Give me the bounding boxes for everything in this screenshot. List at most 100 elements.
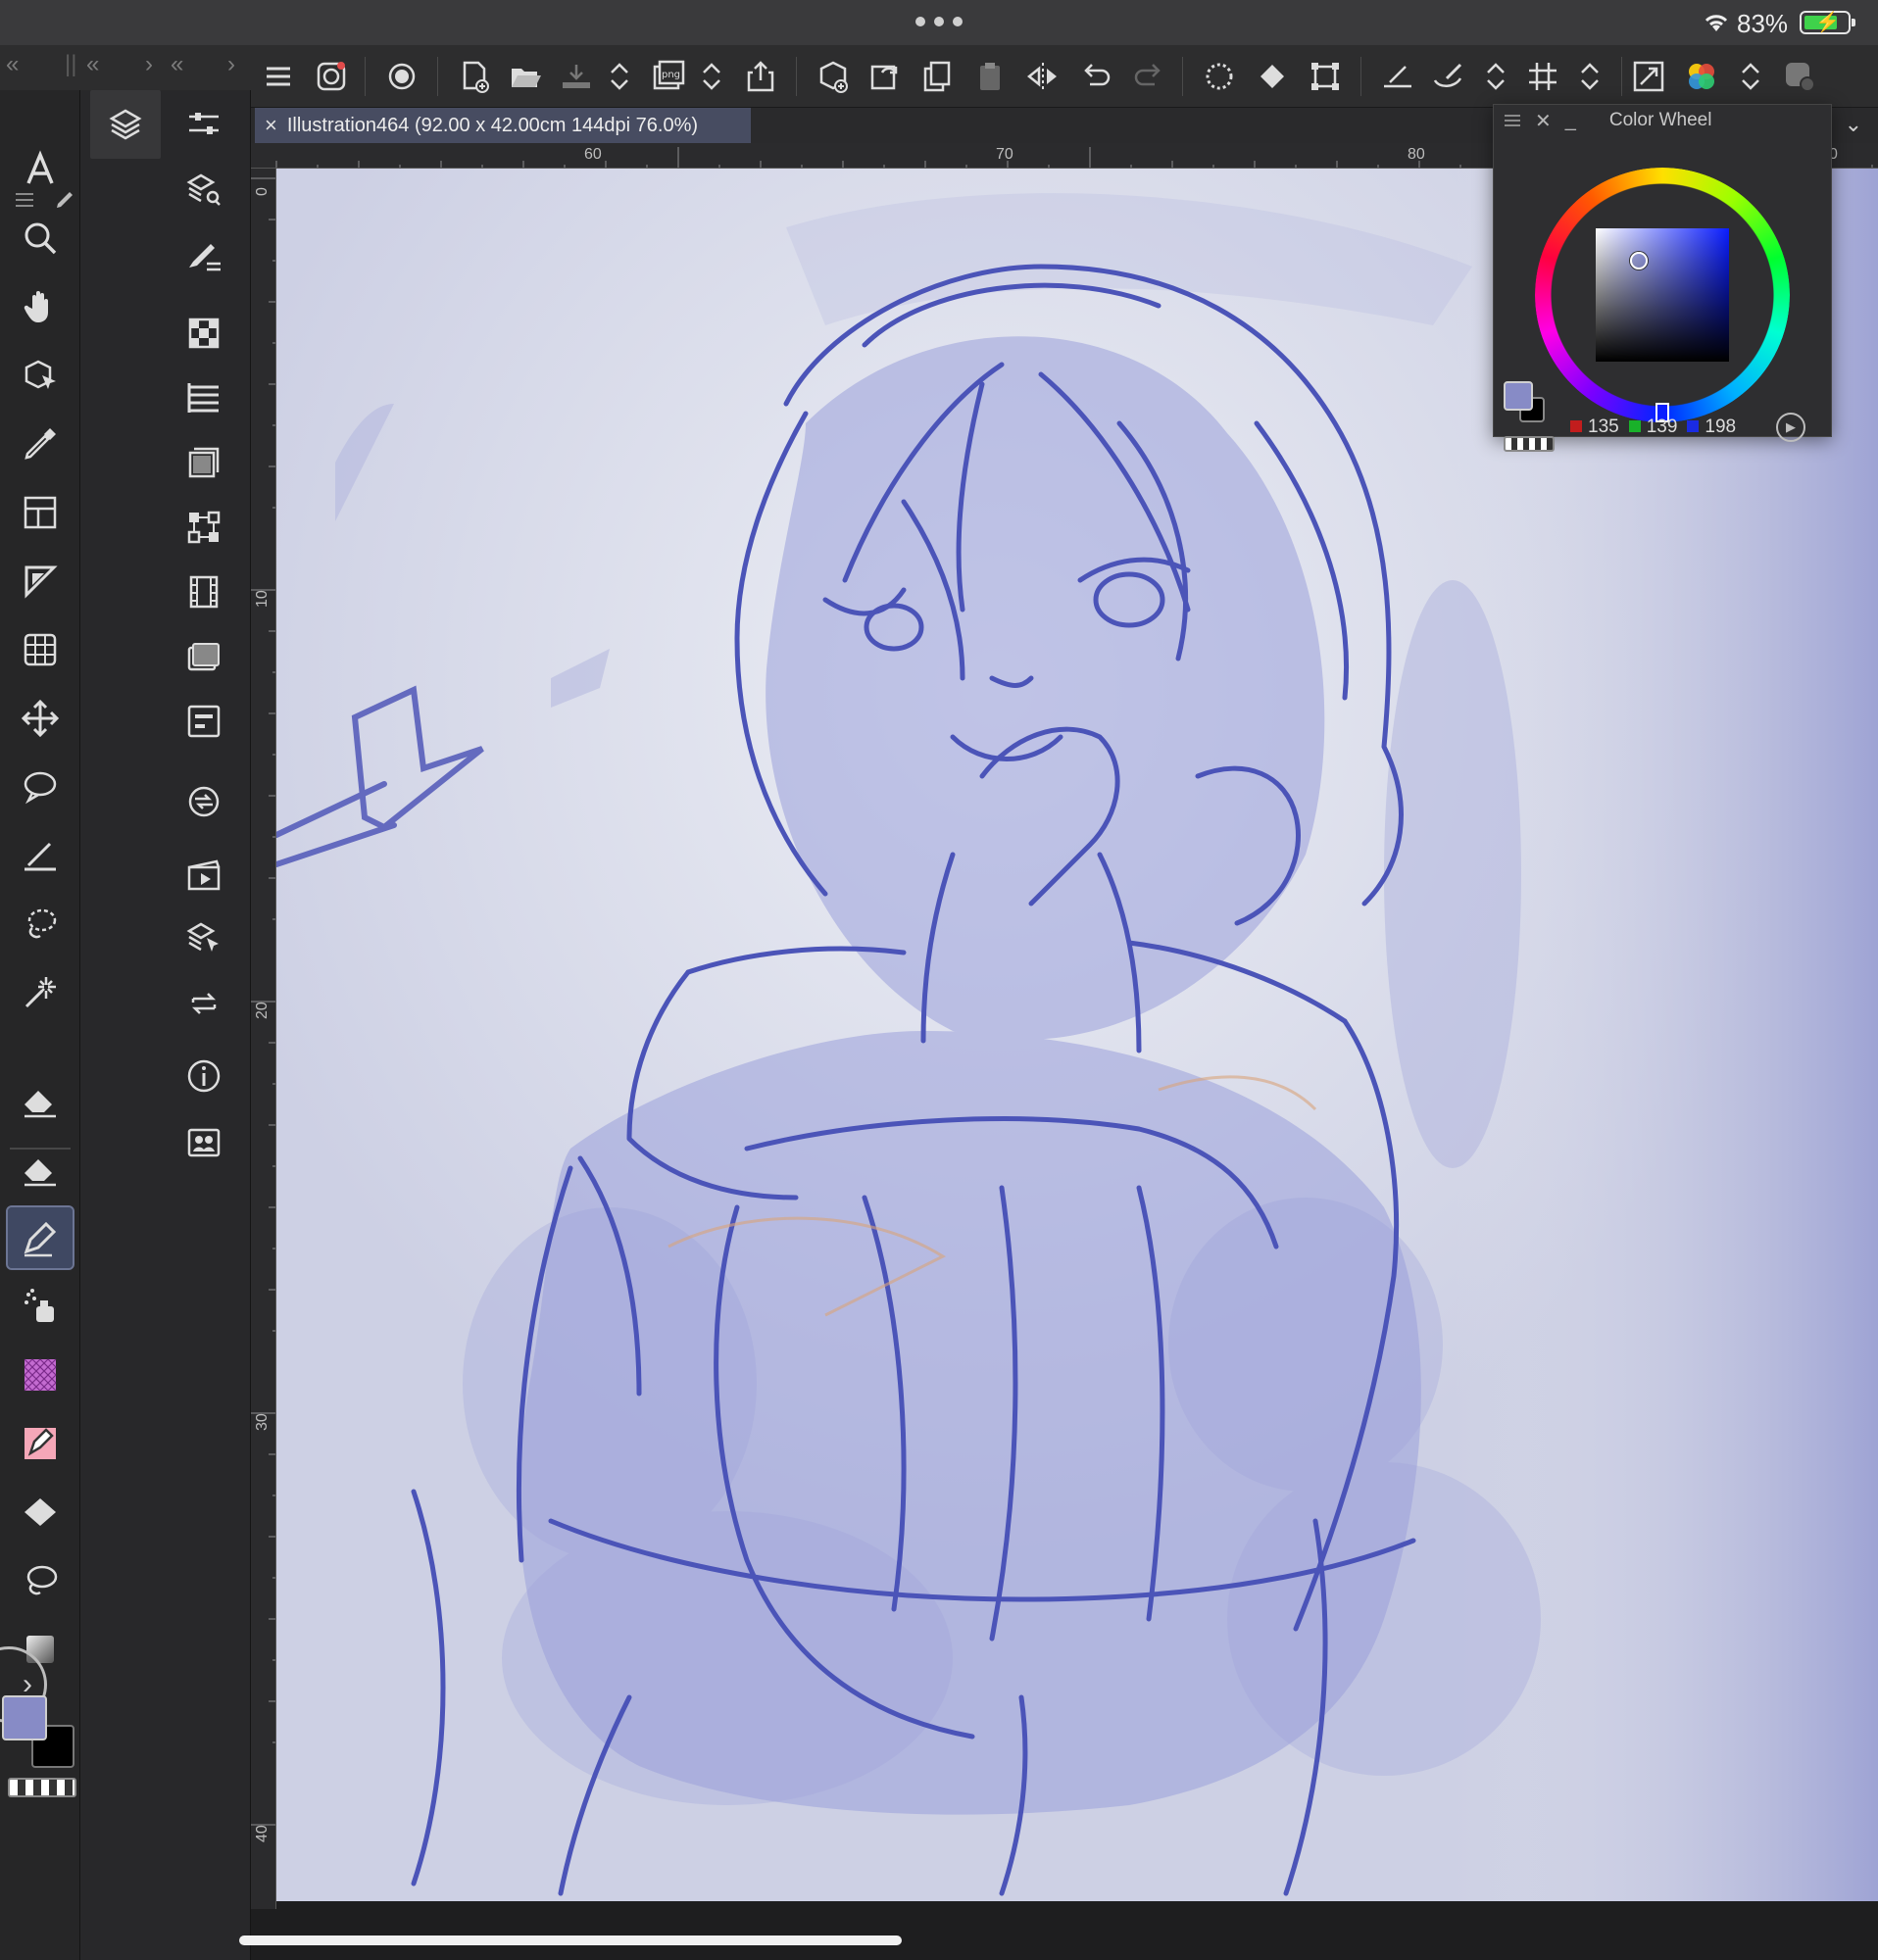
- smoothing-options-button[interactable]: [1474, 55, 1517, 98]
- eyedropper-tool[interactable]: [8, 414, 73, 474]
- ruler-pen-button[interactable]: [1376, 55, 1419, 98]
- align-panel-icon: [187, 705, 221, 738]
- fill-tool[interactable]: [8, 1482, 73, 1543]
- 3d-object-tool[interactable]: [8, 345, 73, 406]
- direct-draw-tool[interactable]: [8, 551, 73, 612]
- collapse-left-icon[interactable]: «: [171, 51, 183, 78]
- color-set-button[interactable]: [1680, 55, 1723, 98]
- expand-right-icon[interactable]: ›: [227, 51, 235, 78]
- panel-menu-icon[interactable]: [1504, 113, 1521, 128]
- close-icon[interactable]: ✕: [1535, 109, 1552, 133]
- main-color-swatch[interactable]: [2, 1695, 47, 1740]
- info-button[interactable]: [178, 1051, 229, 1102]
- timeline-button[interactable]: [178, 502, 229, 553]
- transform-button[interactable]: [1304, 55, 1347, 98]
- menu-button[interactable]: [257, 55, 300, 98]
- material-page-icon: [188, 447, 220, 478]
- color-options-button[interactable]: [1729, 55, 1772, 98]
- duplicate-button[interactable]: [915, 55, 959, 98]
- export-options-button[interactable]: [690, 55, 733, 98]
- clipboard-icon: [980, 63, 1000, 90]
- eraser-icon: [25, 1159, 56, 1187]
- undo-button[interactable]: [1074, 55, 1117, 98]
- chevron-updown-icon: [611, 63, 628, 90]
- pen-tool[interactable]: [6, 1205, 74, 1270]
- color-picker-cursor[interactable]: [1630, 252, 1648, 270]
- export-png-button[interactable]: png: [647, 55, 690, 98]
- selection-button[interactable]: [1198, 55, 1241, 98]
- saturation-value-square[interactable]: [1596, 228, 1729, 362]
- main-color-swatch[interactable]: [1504, 381, 1533, 411]
- history-button[interactable]: [178, 776, 229, 827]
- move-arrows-icon: [21, 699, 60, 738]
- film-strip-icon: [189, 575, 219, 609]
- redo-button[interactable]: [1127, 55, 1170, 98]
- frame-border-tool[interactable]: [8, 482, 73, 543]
- material-button[interactable]: [178, 437, 229, 488]
- play-icon[interactable]: ▶: [1776, 413, 1805, 442]
- lasso-fill-tool[interactable]: [8, 894, 73, 955]
- decoration-tool[interactable]: [8, 1413, 73, 1474]
- loop-button[interactable]: [178, 978, 229, 1029]
- save-button[interactable]: [555, 55, 598, 98]
- magnifier-icon: [25, 222, 57, 255]
- fill-button[interactable]: [1251, 55, 1294, 98]
- layer-palette-tab[interactable]: [90, 90, 161, 159]
- flip-horizontal-button[interactable]: [1021, 55, 1064, 98]
- lasso-selection-tool[interactable]: [8, 757, 73, 817]
- transparent-color-swatch[interactable]: [8, 1778, 76, 1797]
- ruler-label: 0: [254, 187, 271, 196]
- hand-tool[interactable]: [8, 276, 73, 337]
- new-canvas-button[interactable]: [453, 55, 496, 98]
- artist-info-button[interactable]: [178, 1115, 229, 1166]
- tone-tool[interactable]: [8, 1345, 73, 1405]
- zoom-tool[interactable]: [8, 208, 73, 269]
- animation-cels-button[interactable]: [178, 566, 229, 617]
- auto-action-button[interactable]: [178, 696, 229, 747]
- clip-studio-button[interactable]: [310, 55, 353, 98]
- close-tab-icon[interactable]: ×: [265, 113, 277, 138]
- ruler-tool[interactable]: [8, 825, 73, 886]
- collapse-left-icon[interactable]: «: [6, 51, 19, 78]
- ruler-label: 80: [1408, 146, 1425, 163]
- document-tab[interactable]: × Illustration464 (92.00 x 42.00cm 144dp…: [255, 108, 751, 143]
- timeline-settings-button[interactable]: [178, 849, 229, 900]
- layer-button[interactable]: [178, 631, 229, 682]
- reload-button[interactable]: [863, 55, 906, 98]
- chevron-down-icon[interactable]: ⌄: [1845, 112, 1862, 137]
- share-button[interactable]: [739, 55, 782, 98]
- navigator-button[interactable]: [178, 308, 229, 359]
- airbrush-tool[interactable]: [8, 1276, 73, 1337]
- paste-button[interactable]: [968, 55, 1012, 98]
- layer-search-button[interactable]: [178, 165, 229, 216]
- grid-button[interactable]: [1521, 55, 1564, 98]
- save-options-button[interactable]: [598, 55, 641, 98]
- sub-tool-detail-button[interactable]: [178, 231, 229, 282]
- collapse-left-icon[interactable]: «: [86, 51, 99, 78]
- auto-select-tool[interactable]: [8, 962, 73, 1023]
- move-tool[interactable]: [8, 688, 73, 749]
- fit-window-button[interactable]: [1627, 55, 1670, 98]
- document-title: Illustration464 (92.00 x 42.00cm 144dpi …: [286, 114, 699, 136]
- expand-right-icon[interactable]: ›: [145, 51, 153, 78]
- eraser-tool[interactable]: [8, 1070, 73, 1131]
- layer-select-button[interactable]: [178, 913, 229, 964]
- home-indicator[interactable]: [239, 1936, 902, 1945]
- item-bank-button[interactable]: [178, 372, 229, 423]
- grid-options-button[interactable]: [1568, 55, 1611, 98]
- color-mixing-button[interactable]: [1778, 55, 1821, 98]
- green-value: 139: [1628, 416, 1677, 438]
- magic-wand-icon: [25, 977, 56, 1008]
- minimize-icon[interactable]: _: [1565, 110, 1576, 132]
- multitasking-dots-icon[interactable]: [912, 10, 966, 33]
- soft-eraser-tool[interactable]: [8, 1139, 73, 1200]
- mesh-transform-tool[interactable]: [8, 619, 73, 680]
- open-file-button[interactable]: [504, 55, 547, 98]
- new-from-clipboard-button[interactable]: [812, 55, 855, 98]
- transparent-color-swatch[interactable]: [1504, 436, 1555, 452]
- blend-tool[interactable]: [8, 1550, 73, 1611]
- smoothing-button[interactable]: [1427, 55, 1470, 98]
- companion-mode-button[interactable]: [380, 55, 423, 98]
- layer-property-button[interactable]: [178, 98, 229, 149]
- text-tool[interactable]: [8, 139, 73, 200]
